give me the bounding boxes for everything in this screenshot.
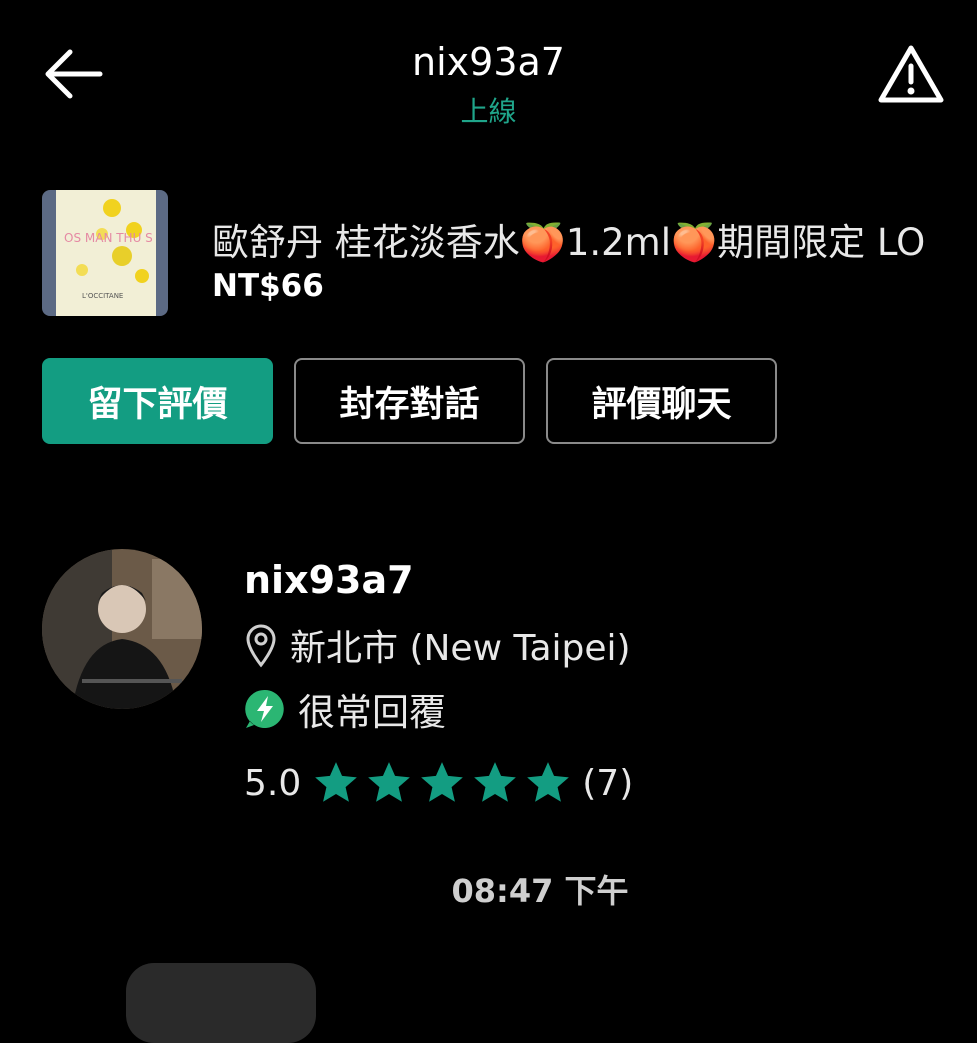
online-status: 上線 bbox=[460, 95, 517, 128]
message-bubble[interactable] bbox=[126, 963, 316, 1043]
location-row: 新北市 (New Taipei) bbox=[244, 620, 631, 670]
rating-value: 5.0 bbox=[244, 762, 302, 804]
star-icon bbox=[421, 762, 464, 802]
star-icon bbox=[368, 762, 411, 802]
avatar[interactable] bbox=[42, 549, 202, 709]
chat-partner-name: nix93a7 bbox=[412, 40, 565, 84]
svg-text:L'OCCITANE: L'OCCITANE bbox=[82, 292, 123, 300]
warning-triangle-icon bbox=[878, 45, 944, 103]
star-icon bbox=[315, 762, 358, 802]
svg-text:OS MAN THU S: OS MAN THU S bbox=[64, 231, 153, 245]
listing-title[interactable]: 歐舒丹 桂花淡香水🍑1.2ml🍑期間限定 LO bbox=[212, 212, 925, 266]
rating-row[interactable]: 5.0 (7) bbox=[244, 758, 633, 808]
review-chat-button[interactable]: 評價聊天 bbox=[546, 358, 777, 444]
review-count: (7) bbox=[582, 762, 634, 804]
listing-price: NT$66 bbox=[212, 268, 324, 304]
profile-name[interactable]: nix93a7 bbox=[244, 558, 414, 602]
location-text: 新北市 (New Taipei) bbox=[290, 628, 631, 669]
star-icon bbox=[474, 762, 517, 802]
listing-thumbnail[interactable]: OS MAN THU S L'OCCITANE bbox=[42, 190, 168, 316]
product-image: OS MAN THU S L'OCCITANE bbox=[42, 190, 168, 316]
lightning-bolt-icon bbox=[245, 689, 284, 728]
response-rate-text: 很常回覆 bbox=[298, 691, 446, 734]
message-timestamp: 08:47 下午 bbox=[451, 872, 629, 910]
location-pin-icon bbox=[246, 624, 276, 668]
archive-chat-button[interactable]: 封存對話 bbox=[294, 358, 525, 444]
leave-review-button[interactable]: 留下評價 bbox=[42, 358, 273, 444]
response-row: 很常回覆 bbox=[244, 684, 446, 734]
star-icon bbox=[527, 762, 570, 802]
report-button[interactable] bbox=[876, 42, 946, 106]
